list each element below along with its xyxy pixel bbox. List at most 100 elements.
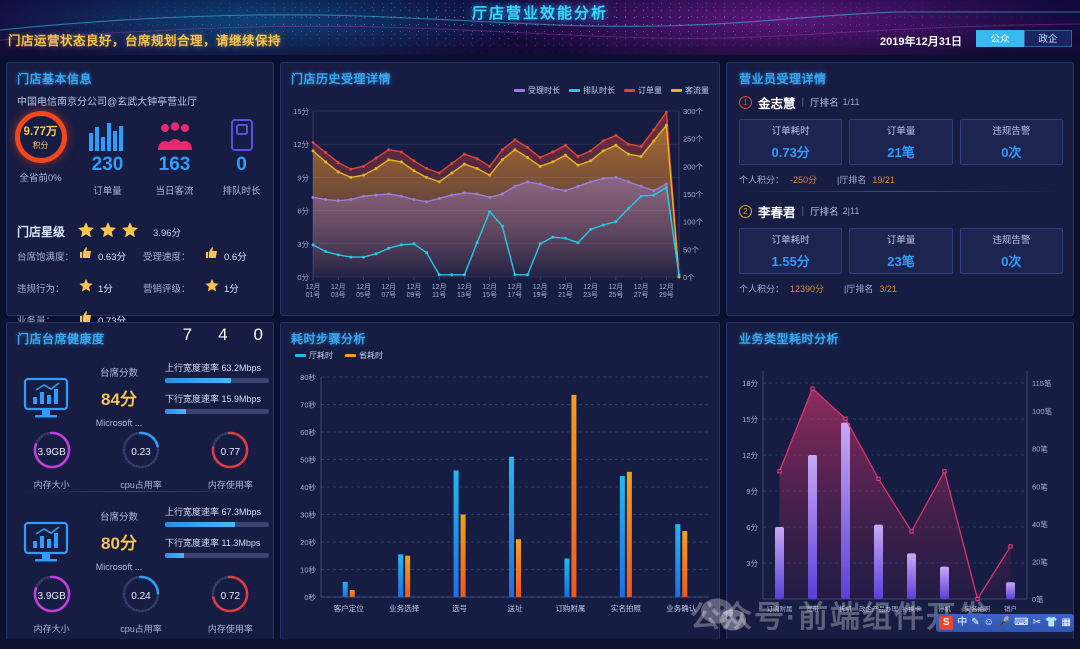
ime-pen-icon[interactable]: ✎	[971, 618, 979, 628]
legend-item-traffic[interactable]: 客流量	[671, 85, 709, 96]
legend-item-hall-time[interactable]: 厅耗时	[295, 350, 333, 361]
ime-scissors-icon[interactable]: ✂	[1033, 618, 1041, 628]
staff-card-order-count: 订单量 21笔	[849, 119, 953, 165]
ime-keyboard-icon[interactable]: ⌨	[1014, 618, 1028, 628]
gauge-value: 3.9GB	[37, 447, 66, 458]
thumb-up-icon	[79, 246, 93, 265]
personal-score-value: 12390分	[790, 284, 825, 294]
svg-text:13号: 13号	[457, 291, 472, 299]
staff-metric-cards: 订单耗时 1.55分 订单量 23笔 违规告警 0次	[739, 228, 1063, 274]
system-tray[interactable]: S 中 ✎ ☺ 🎤 ⌨ ✂ 👕 ▦	[936, 614, 1074, 632]
metric-row: 台席饱满度： 0.63分 受理速度： 0.6分	[17, 246, 269, 265]
header-status-message: 门店运营状态良好，台席规划合理，请继续保持	[8, 34, 282, 48]
svg-text:01号: 01号	[306, 291, 321, 299]
tab-public[interactable]: 公众	[976, 30, 1024, 47]
svg-text:3分: 3分	[746, 559, 758, 568]
points-value: 9.77万	[23, 126, 58, 138]
svg-text:80笔: 80笔	[1032, 444, 1048, 454]
svg-text:12月: 12月	[432, 283, 447, 291]
staff-card-order-time: 订单耗时 0.73分	[739, 119, 843, 165]
svg-text:宽带: 宽带	[806, 604, 820, 613]
score-label: 台席分数	[99, 368, 138, 379]
rank-badge: 1	[739, 95, 752, 109]
metric-value: 0.6分	[224, 251, 247, 263]
sogou-ime-icon[interactable]: S	[939, 616, 954, 630]
svg-text:实名拍照: 实名拍照	[611, 603, 641, 613]
panel-step-duration: 耗时步骤分析 厅耗时 省耗时 0秒 10秒 20秒 30秒 40秒 50秒 60秒 70秒 80…	[280, 322, 720, 642]
staff-card-violation: 违规告警 0次	[959, 228, 1063, 274]
card-value: 0次	[1001, 145, 1022, 160]
personal-score-label: 个人积分：	[739, 284, 785, 294]
svg-text:12月: 12月	[558, 283, 573, 291]
card-key: 订单量	[886, 235, 916, 246]
svg-text:9分: 9分	[297, 173, 309, 182]
panel-title-steps: 耗时步骤分析	[291, 332, 367, 346]
svg-text:40秒: 40秒	[300, 482, 316, 492]
svg-text:23号: 23号	[583, 291, 598, 299]
health-row-2: 台席分数 80分 Microsoft ... 上行宽度速率 67.3Mbps 下…	[7, 499, 275, 639]
svg-text:30秒: 30秒	[300, 510, 316, 520]
uplink-track	[165, 378, 269, 383]
tab-enterprise[interactable]: 政企	[1024, 30, 1072, 47]
history-line-chart: 0分 3分 6分 9分 12分 15分 0个 50个 100个 150个 200个 250个 300个 1…	[293, 107, 704, 299]
ime-chinese-icon[interactable]: 中	[957, 618, 967, 628]
hall-rank-label: |厅排名	[837, 175, 867, 185]
svg-text:业务确认: 业务确认	[666, 603, 696, 613]
steps-legend: 厅耗时 省耗时	[295, 350, 383, 361]
ime-toolbox-icon[interactable]: ▦	[1062, 618, 1071, 628]
svg-text:18分: 18分	[742, 379, 758, 388]
svg-text:12月: 12月	[407, 283, 422, 291]
svg-text:0笔: 0笔	[1032, 594, 1044, 604]
visitors-value: 163	[158, 154, 191, 175]
metric-value: 1分	[224, 283, 239, 295]
legend-item-handle-time[interactable]: 受理时长	[514, 85, 560, 96]
visitors-label: 当日客流	[155, 186, 194, 197]
svg-text:80秒: 80秒	[300, 372, 316, 382]
staff-footer: 个人积分： 12390分 |厅排名 3/21	[739, 282, 1063, 295]
svg-text:12月: 12月	[356, 283, 371, 291]
ime-voice-icon[interactable]: 🎤	[998, 618, 1010, 628]
card-key: 订单量	[886, 126, 916, 137]
staff-header: 1 金志慧 | 厅排名 1/11	[739, 93, 1063, 111]
svg-text:100笔: 100笔	[1032, 406, 1053, 416]
gauge-memory-usage: 0.72 内存使用率	[186, 569, 275, 635]
uplink-row: 上行宽度速率 63.2Mbps	[165, 361, 269, 383]
staff-card-1: 1 金志慧 | 厅排名 1/11 订单耗时 0.73分 订单量 21笔 违规告警…	[739, 93, 1063, 186]
svg-text:50个: 50个	[683, 245, 699, 254]
monitor-icon	[23, 377, 69, 424]
thumb-up-icon	[205, 246, 219, 265]
gauge-value: 0.77	[220, 447, 241, 458]
gauge-label: 内存使用率	[207, 624, 253, 634]
svg-text:12月: 12月	[457, 283, 472, 291]
legend-label: 排队时长	[583, 86, 615, 95]
svg-text:17号: 17号	[508, 291, 523, 299]
legend-label: 厅耗时	[309, 351, 333, 360]
card-value: 0次	[1001, 254, 1022, 269]
gauge-value: 3.9GB	[37, 591, 66, 602]
health-bandwidth-1: 上行宽度速率 63.2Mbps 下行宽度速率 15.9Mbps	[165, 361, 269, 423]
orders-label: 订单量	[93, 186, 122, 197]
uplink-label: 上行宽度速率 63.2Mbps	[165, 363, 262, 373]
legend-item-order-count[interactable]: 订单量	[624, 85, 662, 96]
hall-rank-value: 3/21	[879, 283, 897, 294]
staff-metric-cards: 订单耗时 0.73分 订单量 21笔 违规告警 0次	[739, 119, 1063, 165]
bar-chart-icon	[74, 111, 141, 151]
health-count-3: 0	[253, 325, 263, 344]
legend-item-queue-time[interactable]: 排队时长	[569, 85, 615, 96]
svg-text:实名拍照: 实名拍照	[965, 604, 992, 613]
legend-label: 订单量	[638, 86, 662, 95]
card-key: 违规告警	[992, 235, 1031, 246]
svg-text:客户定位: 客户定位	[334, 603, 364, 613]
header-segment-control: 公众 政企	[976, 30, 1072, 47]
legend-item-province-time[interactable]: 省耗时	[345, 350, 383, 361]
ime-emoji-icon[interactable]: ☺	[984, 618, 994, 628]
svg-text:50秒: 50秒	[300, 455, 316, 465]
panel-title-basic: 门店基本信息	[17, 72, 93, 86]
svg-text:政企产品办理: 政企产品办理	[859, 604, 899, 613]
svg-text:200个: 200个	[683, 162, 704, 171]
ime-skin-icon[interactable]: 👕	[1045, 618, 1057, 628]
health-count-2: 4	[218, 325, 228, 344]
gauge-label: cpu占用率	[120, 480, 162, 490]
star-rating-icons	[77, 221, 143, 242]
svg-text:21号: 21号	[558, 291, 573, 299]
